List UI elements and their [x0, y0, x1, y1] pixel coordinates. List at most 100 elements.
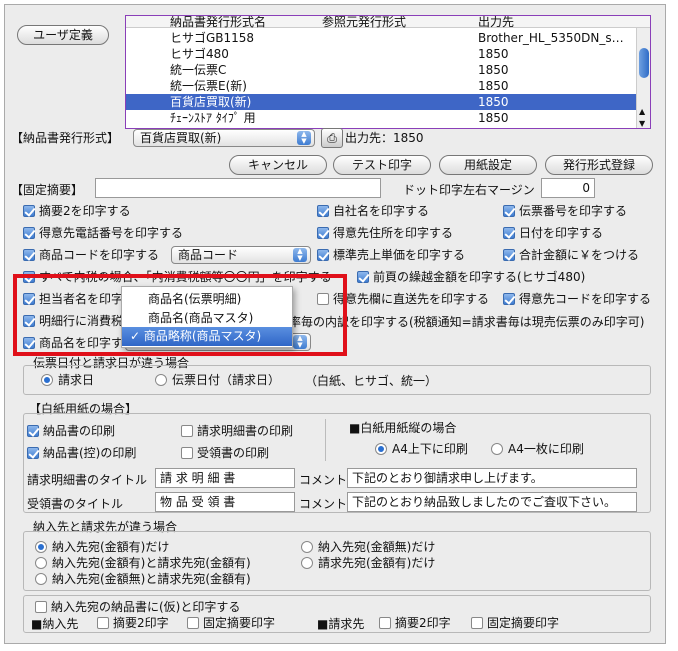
- opt-billing-fixed[interactable]: 固定摘要印字: [471, 615, 559, 631]
- checkbox-icon: [27, 447, 39, 459]
- format-list-row[interactable]: 統一伝票C 1850: [126, 62, 636, 78]
- opt-slip-no[interactable]: 伝票番号を印字する: [503, 203, 627, 219]
- portrait-label: ■白紙用紙縦の場合: [349, 421, 457, 435]
- col-header-ref[interactable]: 参照元発行形式: [322, 16, 406, 30]
- highlight-box: [13, 274, 347, 356]
- input-value: 請 求 明 細 書: [160, 471, 236, 485]
- radio-slip-date[interactable]: 伝票日付（請求日）: [155, 372, 280, 388]
- opt-tel[interactable]: 得意先電話番号を印字する: [23, 225, 183, 241]
- checkbox-icon: [503, 249, 515, 261]
- receipt-title-input[interactable]: 物 品 受 領 書: [155, 492, 295, 512]
- cancel-button[interactable]: キャンセル: [229, 155, 327, 175]
- radio-label: A4一枚に印刷: [508, 442, 584, 456]
- margin-label: ドット印字左右マージン: [403, 183, 535, 197]
- opt-provisional[interactable]: 納入先宛の納品書に(仮)と印字する: [35, 599, 240, 615]
- opt-label: 得意先住所を印字する: [333, 226, 454, 240]
- format-list-cell: Brother_HL_5350DN_s…: [478, 31, 624, 45]
- format-list-cell: ﾁｪｰﾝｽﾄｱ ﾀｲﾌﾟ 用: [170, 111, 256, 125]
- format-list-cell: 1850: [478, 79, 509, 93]
- margin-value: 0: [582, 181, 590, 195]
- format-select[interactable]: 百貨店買取(新) ▲ ▼: [133, 129, 315, 147]
- code-select[interactable]: 商品コード ▲ ▼: [171, 246, 311, 264]
- fixed-memo-label: 【固定摘要】: [11, 183, 84, 197]
- radio-delivery-and-billing[interactable]: 納入先宛(金額有)と請求先宛(金額有): [35, 555, 251, 571]
- comment-input-2[interactable]: 下記のとおり納品致しましたのでご査収下さい。: [347, 492, 637, 512]
- checkbox-icon: [187, 617, 199, 629]
- divider: [325, 419, 326, 461]
- opt-yen-mark[interactable]: 合計金額に￥をつける: [503, 247, 639, 263]
- format-list-cell: 1850: [478, 47, 509, 61]
- radio-delivery-noamount-billing[interactable]: 納入先宛(金額無)と請求先宛(金額有): [35, 571, 251, 587]
- opt-date[interactable]: 日付を印字する: [503, 225, 603, 241]
- list-scrollbar[interactable]: ▲ ▼: [636, 28, 650, 128]
- radio-icon: [35, 557, 47, 569]
- format-list-cell: 1850: [478, 63, 509, 77]
- format-list-cell: 百貨店買取(新): [170, 95, 252, 109]
- radio-delivery-noamount[interactable]: 納入先宛(金額無)だけ: [301, 539, 435, 555]
- checkbox-icon: [35, 601, 47, 613]
- radio-billing-only[interactable]: 請求先宛(金額有)だけ: [301, 555, 435, 571]
- user-define-button[interactable]: ユーザ定義: [17, 25, 109, 45]
- checkbox-icon: [23, 227, 35, 239]
- col-header-output[interactable]: 出力先: [478, 16, 514, 30]
- radio-label: 納入先宛(金額有)と請求先宛(金額有): [52, 556, 251, 570]
- format-list-row[interactable]: ﾁｪｰﾝｽﾄｱ ﾀｲﾌﾟ 用 1850: [126, 110, 636, 126]
- opt-carryover[interactable]: 前頁の繰越金額を印字する(ヒサゴ480): [357, 269, 585, 285]
- opt-delivery-fixed[interactable]: 固定摘要印字: [187, 615, 275, 631]
- format-list-cell: 1850: [478, 111, 509, 125]
- output-label: 出力先：1850: [345, 131, 424, 145]
- opt-company[interactable]: 自社名を印字する: [317, 203, 429, 219]
- opt-label: 納入先宛の納品書に(仮)と印字する: [51, 600, 241, 614]
- col-header-name[interactable]: 納品書発行形式名: [170, 16, 266, 30]
- opt-label: 固定摘要印字: [203, 616, 276, 630]
- fixed-memo-input[interactable]: [95, 178, 381, 198]
- radio-icon: [491, 443, 503, 455]
- checkbox-icon: [27, 425, 39, 437]
- margin-input[interactable]: 0: [541, 178, 595, 198]
- date-note: （白紙、ヒサゴ、統一）: [305, 374, 438, 388]
- format-list-row[interactable]: 統一伝票E(新) 1850: [126, 78, 636, 94]
- updown-icon: ▲ ▼: [297, 131, 311, 145]
- opt-address[interactable]: 得意先住所を印字する: [317, 225, 453, 241]
- opt-label: 納品書(控)の印刷: [43, 446, 137, 460]
- opt-label: 商品コードを印字する: [39, 248, 160, 262]
- format-list-row[interactable]: ヒサゴGB1158 Brother_HL_5350DN_s…: [126, 30, 636, 46]
- paper-settings-button[interactable]: 用紙設定: [439, 155, 537, 175]
- format-list-row[interactable]: 百貨店買取(新) 1850: [126, 94, 636, 110]
- opt-unit-price[interactable]: 標準売上単価を印字する: [317, 247, 465, 263]
- format-list-cell: 統一伝票C: [170, 63, 227, 77]
- comment-input-1[interactable]: 下記のとおり御請求申し上げます。: [347, 468, 637, 488]
- checkbox-icon: [503, 227, 515, 239]
- radio-a4-one[interactable]: A4一枚に印刷: [491, 441, 584, 457]
- format-list[interactable]: 納品書発行形式名 参照元発行形式 出力先 ヒサゴGB1158 Brother_HL…: [125, 15, 651, 129]
- input-value: 物 品 受 領 書: [160, 495, 236, 509]
- radio-a4-two[interactable]: A4上下に印刷: [375, 441, 468, 457]
- invoice-title-input[interactable]: 請 求 明 細 書: [155, 468, 295, 488]
- test-print-button[interactable]: テスト印字: [333, 155, 431, 175]
- radio-label: 伝票日付（請求日）: [172, 373, 281, 387]
- radio-billing-date[interactable]: 請求日: [41, 372, 94, 388]
- opt-label: 請求明細書の印刷: [197, 424, 294, 438]
- radio-icon: [35, 541, 47, 553]
- receipt-title-label: 受領書のタイトル: [27, 497, 124, 511]
- opt-code[interactable]: 商品コードを印字する: [23, 247, 159, 263]
- checkbox-icon: [503, 205, 515, 217]
- opt-billing-memo2[interactable]: 摘要2印字: [379, 615, 451, 631]
- opt-print-delivery[interactable]: 納品書の印刷: [27, 423, 115, 439]
- radio-icon: [41, 374, 53, 386]
- format-list-row[interactable]: ヒサゴ480 1850: [126, 46, 636, 62]
- radio-label: 納入先宛(金額無)だけ: [318, 540, 436, 554]
- opt-print-delivery-copy[interactable]: 納品書(控)の印刷: [27, 445, 136, 461]
- checkbox-icon: [317, 249, 329, 261]
- opt-tekiyo2[interactable]: 摘要2を印字する: [23, 203, 131, 219]
- opt-print-receipt[interactable]: 受領書の印刷: [181, 445, 269, 461]
- opt-print-invoice-detail[interactable]: 請求明細書の印刷: [181, 423, 293, 439]
- printer-icon[interactable]: ⎙: [321, 128, 343, 148]
- opt-label: 得意先欄に直送先を印字する: [333, 292, 490, 306]
- opt-customer-code[interactable]: 得意先コードを印字する: [503, 291, 651, 307]
- radio-delivery-amount[interactable]: 納入先宛(金額有)だけ: [35, 539, 169, 555]
- checkbox-icon: [379, 617, 391, 629]
- register-format-button[interactable]: 発行形式登録: [545, 155, 653, 175]
- opt-delivery-memo2[interactable]: 摘要2印字: [97, 615, 169, 631]
- checkbox-icon: [97, 617, 109, 629]
